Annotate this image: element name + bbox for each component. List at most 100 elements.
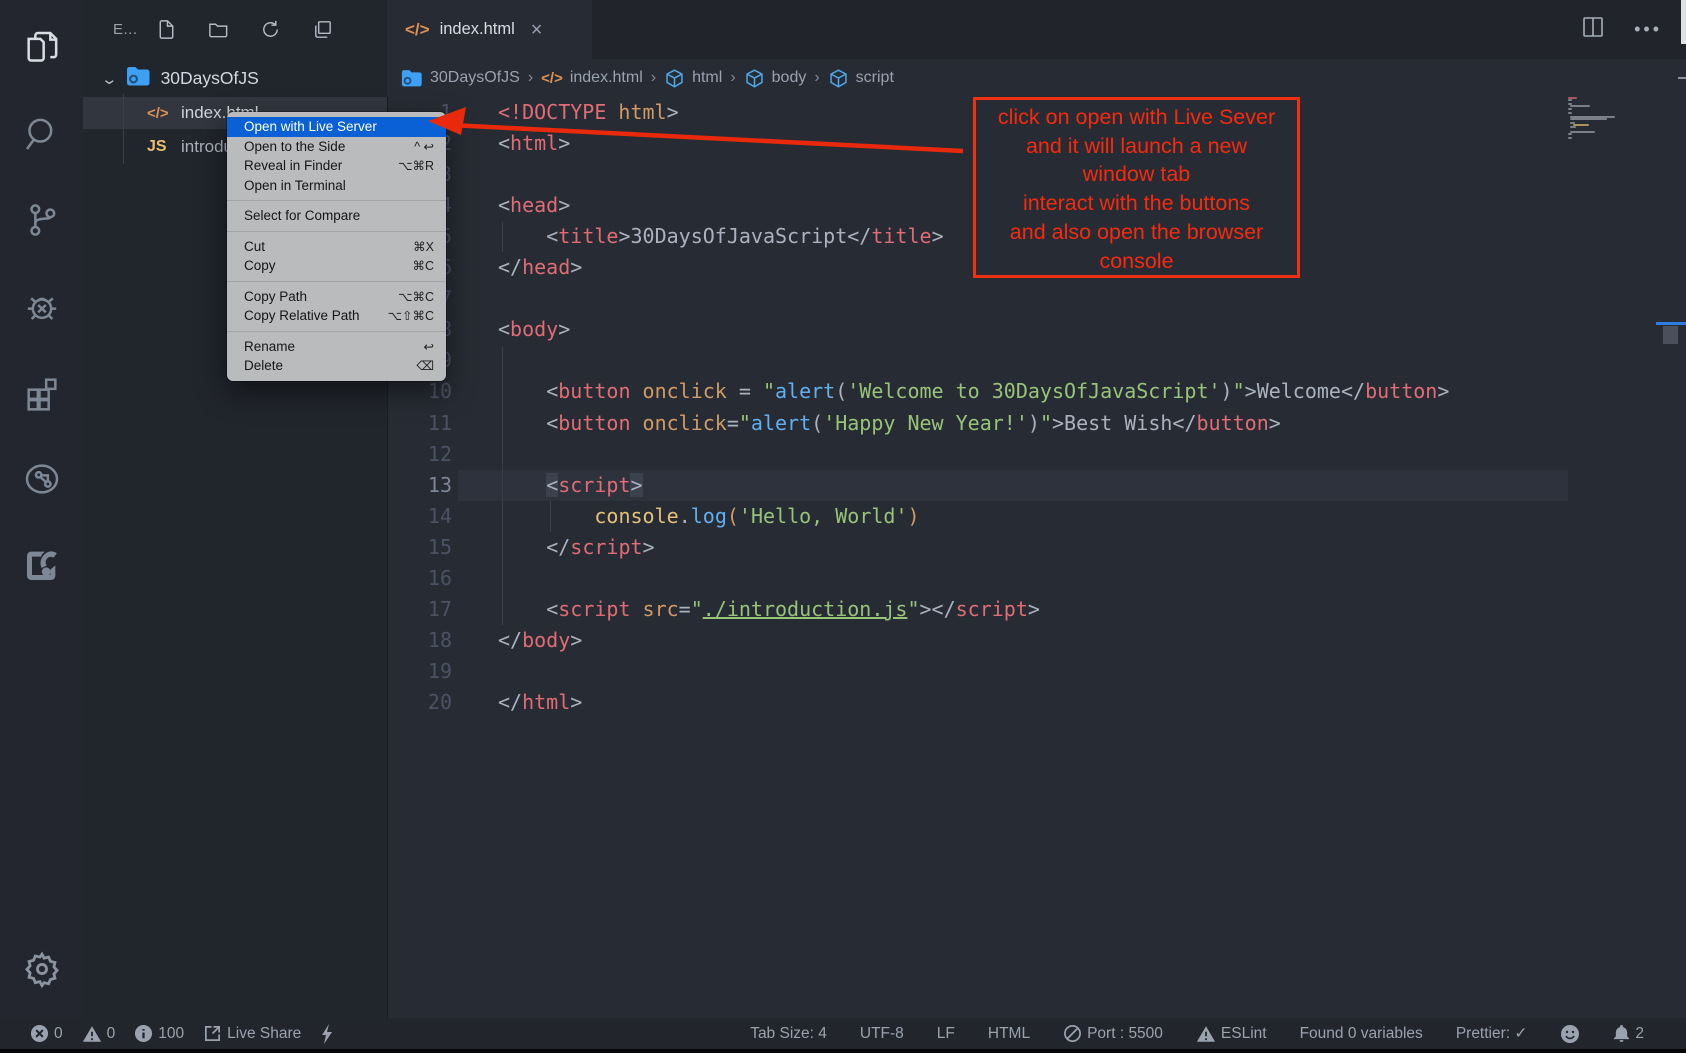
code-line-15: </script>	[498, 532, 655, 563]
breadcrumb-script[interactable]: script	[828, 68, 894, 89]
menu-item-copy-relative-path[interactable]: Copy Relative Path⌥⇧⌘C	[227, 306, 446, 326]
scrollbar-thumb[interactable]	[1663, 326, 1678, 344]
menu-item-copy-path[interactable]: Copy Path ⌥⌘C	[227, 287, 446, 307]
status-problems-info[interactable]: 100	[134, 1024, 184, 1043]
activity-source-control-icon[interactable]	[0, 190, 83, 250]
status-encoding[interactable]: UTF-8	[860, 1025, 904, 1043]
minimap-line	[1570, 105, 1590, 107]
menu-item-label: Reveal in Finder	[244, 158, 342, 173]
new-folder-icon[interactable]	[204, 15, 234, 45]
token: <!DOCTYPE	[498, 100, 606, 124]
status-feedback[interactable]	[1560, 1024, 1580, 1044]
menu-item-shortcut: ^ ↩	[414, 139, 434, 154]
menu-item-open-with-live-server[interactable]: Open with Live Server	[227, 117, 446, 137]
menu-item-rename[interactable]: Rename↩	[227, 337, 446, 357]
activity-live-share-icon[interactable]	[0, 449, 83, 509]
menu-item-cut[interactable]: Cut⌘X	[227, 237, 446, 257]
close-icon[interactable]: ×	[531, 20, 543, 40]
token: >	[643, 535, 655, 559]
token: title	[871, 224, 931, 248]
breadcrumb-index.html[interactable]: </>index.html	[541, 69, 643, 87]
activity-extensions-icon[interactable]	[0, 363, 83, 423]
token: "	[691, 597, 703, 621]
new-file-icon[interactable]	[152, 15, 182, 45]
status-language-mode[interactable]: HTML	[988, 1025, 1030, 1043]
editor-tab-bar: </> index.html × •••	[387, 0, 1686, 59]
token: script	[570, 535, 642, 559]
cube-icon	[744, 68, 765, 89]
status-eol[interactable]: LF	[937, 1025, 955, 1043]
status-prettier[interactable]: Prettier: ✓	[1456, 1024, 1528, 1043]
menu-item-shortcut: ⌥⌘R	[398, 158, 434, 173]
status-label: 0	[107, 1025, 116, 1043]
token: >	[1269, 411, 1281, 435]
warning-icon	[82, 1025, 102, 1043]
status-variables[interactable]: Found 0 variables	[1300, 1025, 1423, 1043]
status-bolt[interactable]	[320, 1023, 334, 1045]
token: html	[510, 131, 558, 155]
html-file-icon: </>	[147, 105, 177, 122]
menu-item-open-in-terminal[interactable]: Open in Terminal	[227, 176, 446, 196]
folder-row-30daysofjs[interactable]: ⌄ 30DaysOfJS	[83, 62, 387, 95]
breadcrumb-html[interactable]: html	[664, 68, 722, 89]
status-label: Live Share	[227, 1025, 301, 1043]
status-eslint[interactable]: ESLint	[1196, 1025, 1267, 1043]
activity-search-icon[interactable]	[0, 104, 83, 164]
html-file-icon: </>	[405, 20, 430, 40]
code-line-20: </html>	[498, 687, 582, 718]
menu-item-shortcut: ⌥⌘C	[398, 289, 434, 304]
minimap-line	[1570, 118, 1607, 120]
tab-index-html[interactable]: </> index.html ×	[387, 0, 592, 59]
token: )	[907, 504, 919, 528]
status-problems-warnings[interactable]: 0	[82, 1025, 116, 1043]
collapse-folders-icon[interactable]	[308, 15, 338, 45]
breadcrumb-30DaysOfJS[interactable]: 30DaysOfJS	[401, 69, 520, 88]
settings-gear-icon[interactable]	[0, 940, 83, 998]
context-menu: Open with Live ServerOpen to the Side^ ↩…	[227, 112, 446, 381]
js-file-icon: JS	[147, 138, 177, 156]
explorer-header: E...	[83, 0, 387, 59]
minimap-line	[1570, 126, 1575, 128]
line-number: 20	[387, 687, 452, 718]
menu-item-select-for-compare[interactable]: Select for Compare	[227, 206, 446, 226]
menu-item-delete[interactable]: Delete⌫	[227, 356, 446, 376]
status-problems-errors[interactable]: 0	[30, 1024, 63, 1043]
activity-share-icon[interactable]	[0, 535, 83, 595]
token: >	[618, 224, 630, 248]
token: "	[1040, 411, 1052, 435]
line-number: 10	[387, 376, 452, 407]
menu-item-open-to-the-side[interactable]: Open to the Side^ ↩	[227, 137, 446, 157]
menu-item-copy[interactable]: Copy⌘C	[227, 256, 446, 276]
line-number: 14	[387, 501, 452, 532]
menu-item-reveal-in-finder[interactable]: Reveal in Finder ⌥⌘R	[227, 156, 446, 176]
menu-item-label: Cut	[244, 239, 265, 254]
code-line-2: <html>	[498, 128, 570, 159]
split-editor-icon[interactable]	[1582, 16, 1604, 43]
token: alert	[751, 411, 811, 435]
smiley-icon	[1560, 1024, 1580, 1044]
chevron-down-icon: ⌄	[100, 70, 118, 88]
status-live-share[interactable]: Live Share	[203, 1024, 301, 1043]
minimap[interactable]	[1568, 97, 1660, 157]
status-port[interactable]: Port : 5500	[1063, 1024, 1163, 1043]
scrollbar-flash	[1681, 0, 1686, 44]
activity-explorer-icon[interactable]	[0, 18, 83, 78]
token: </	[498, 628, 522, 652]
line-number: 19	[387, 656, 452, 687]
activity-run-debug-icon[interactable]	[0, 277, 83, 337]
annotation-line: window tab	[976, 160, 1297, 189]
menu-item-label: Copy Relative Path	[244, 308, 360, 323]
menu-item-label: Copy Path	[244, 289, 307, 304]
token: button	[1365, 379, 1437, 403]
line-number: 17	[387, 594, 452, 625]
status-tab-size[interactable]: Tab Size: 4	[750, 1025, 827, 1043]
refresh-icon[interactable]	[256, 15, 286, 45]
token: button	[558, 411, 630, 435]
tree-indent-guide	[123, 94, 124, 164]
status-notifications[interactable]: 2	[1613, 1024, 1644, 1043]
token: </	[932, 597, 956, 621]
more-actions-icon[interactable]: •••	[1634, 19, 1662, 40]
token: html	[618, 100, 666, 124]
breadcrumb-body[interactable]: body	[744, 68, 807, 89]
folder-icon	[126, 66, 151, 92]
